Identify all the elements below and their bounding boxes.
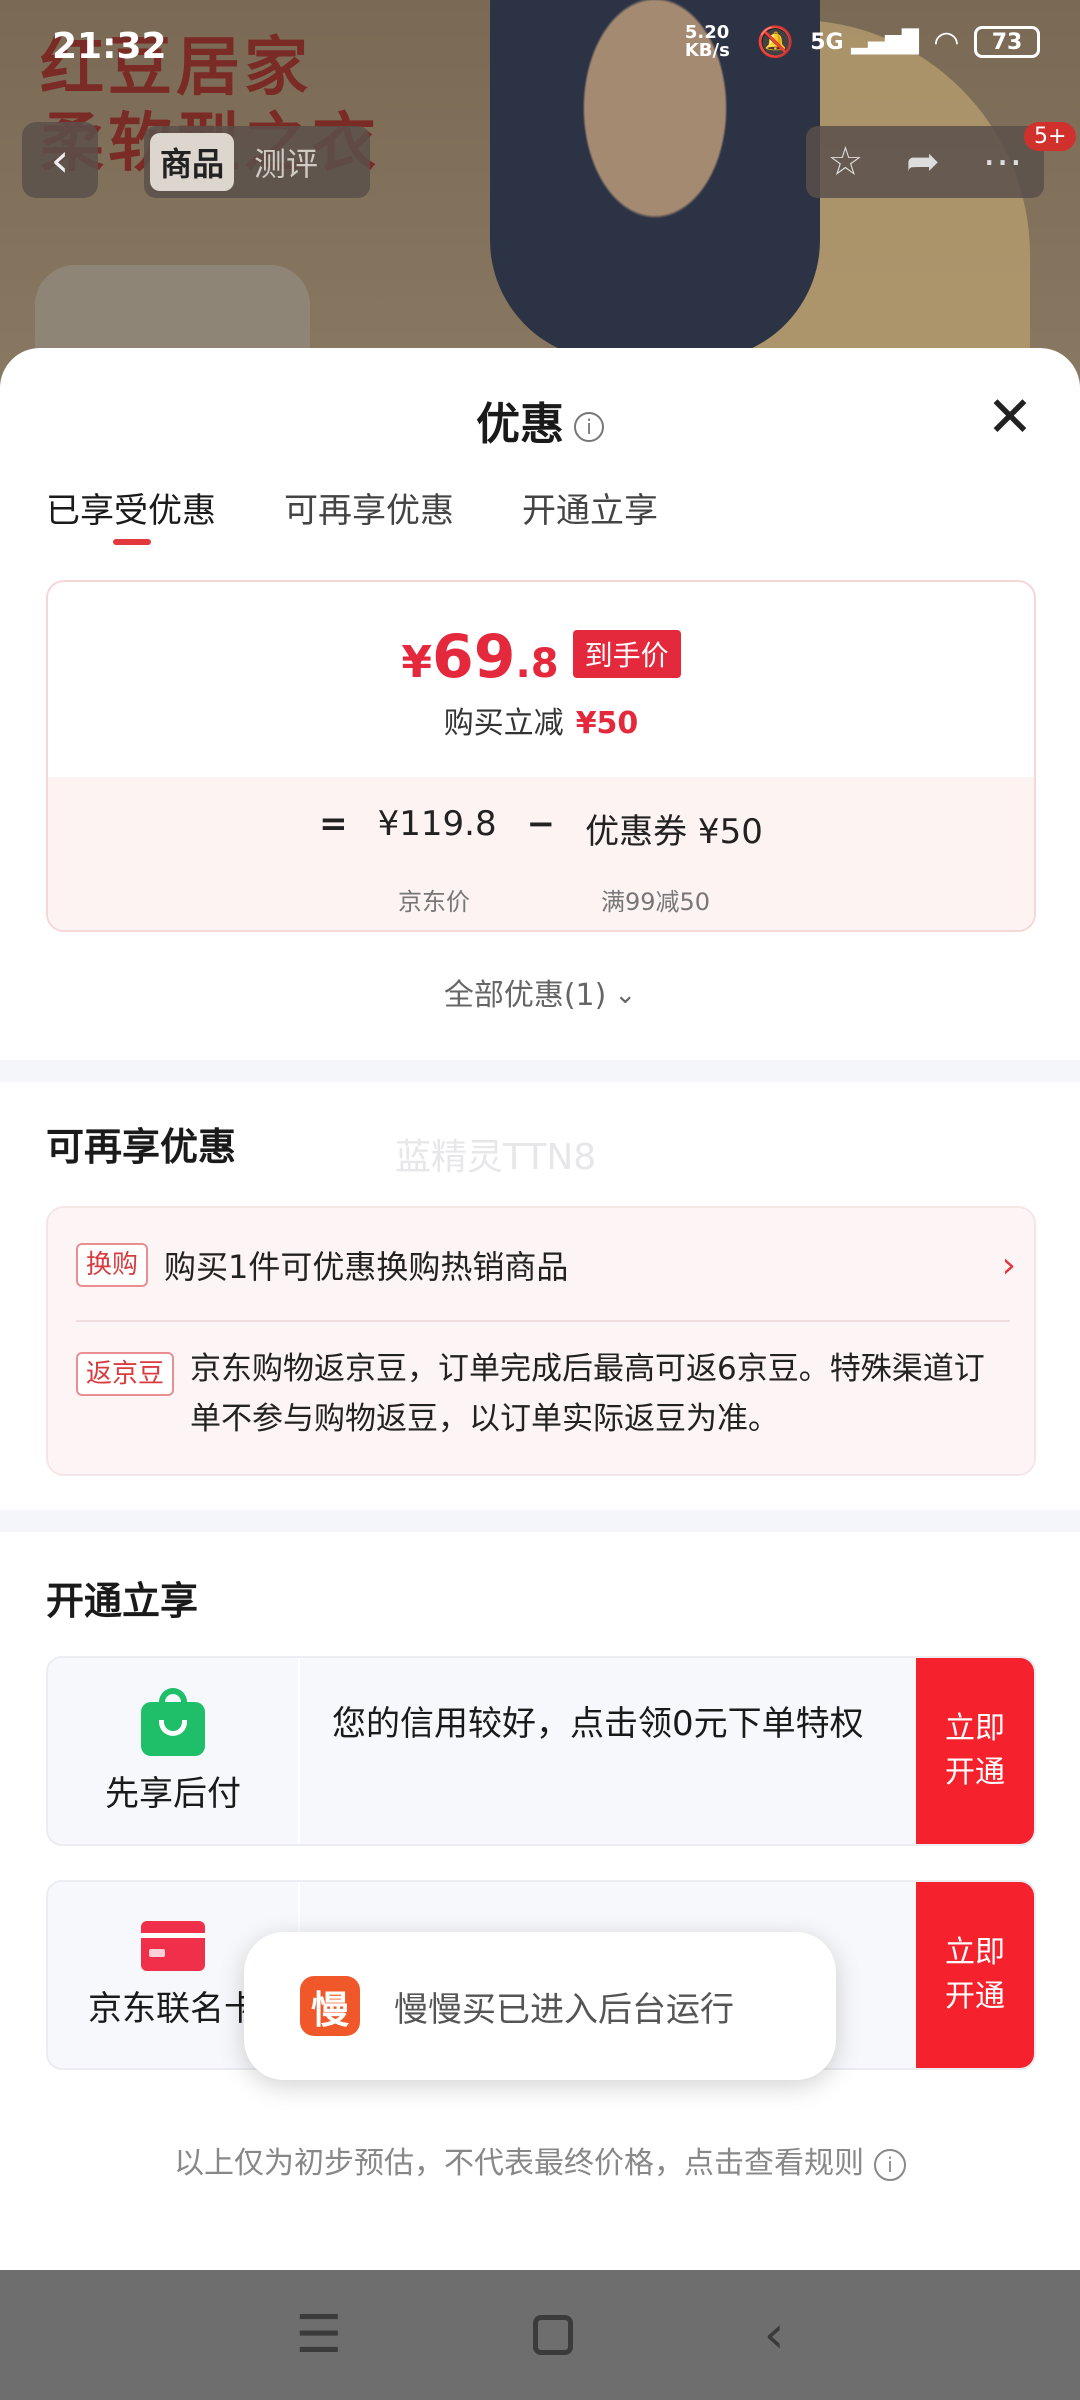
final-price-row: ¥69.8 到手价 (48, 622, 1034, 692)
tab-review[interactable]: 测评 (244, 133, 328, 191)
equals-sign: = (319, 804, 348, 844)
close-button[interactable]: ✕ (980, 388, 1040, 448)
info-icon: i (874, 2148, 906, 2181)
open-title: 开通立享 (46, 1579, 199, 1623)
coupon-rule: 满99减50 (601, 888, 711, 916)
section-divider (0, 1510, 1080, 1532)
pay-later-card: 先享后付 您的信用较好，点击领0元下单特权 立即开通 (46, 1656, 1036, 1846)
tab-product[interactable]: 商品 (150, 133, 235, 191)
final-price-tag: 到手价 (572, 630, 681, 678)
open-cobrand-button[interactable]: 立即开通 (916, 1882, 1034, 2068)
product-actions: ☆ ➦ ⋯ (806, 126, 1044, 198)
product-nav-tabs: 商品 测评 (144, 126, 370, 198)
more-deals-card: 换购 购买1件可优惠换购热销商品 › 返京豆 京东购物返京豆，订单完成后最高可返… (46, 1206, 1036, 1476)
cobrand-name: 京东联名卡 (88, 1988, 258, 2029)
all-deals-toggle[interactable]: 全部优惠(1) ⌄ (0, 970, 1080, 1014)
tab-enjoyed[interactable]: 已享受优惠 (46, 483, 216, 545)
reduce-row: 购买立减 ¥50 (443, 706, 639, 741)
tab-more[interactable]: 可再享优惠 (284, 483, 454, 532)
watermark: 蓝精灵TTN8 (395, 1137, 597, 1178)
mute-icon: 🔕 (756, 24, 795, 60)
price-formula: = ¥119.8 − 优惠券 ¥50 (48, 804, 1034, 853)
home-icon[interactable] (532, 2315, 573, 2355)
minus-sign: − (526, 804, 556, 844)
chevron-down-icon: ⌄ (614, 980, 637, 1010)
jd-bean-tag: 返京豆 (76, 1352, 175, 1396)
pay-later-name: 先享后付 (105, 1773, 241, 1814)
jd-bean-text: 京东购物返京豆，订单完成后最高可返6京豆。特殊渠道订单不参与购物返豆，以订单实际… (190, 1351, 985, 1437)
pay-later-brand: 先享后付 (48, 1658, 298, 1844)
message-badge: 5+ (1024, 122, 1077, 151)
back-button[interactable]: ‹ (22, 122, 98, 198)
favorite-star-icon[interactable]: ☆ (827, 139, 863, 185)
jd-bean-row: 返京豆 京东购物返京豆，订单完成后最高可返6京豆。特殊渠道订单不参与购物返豆，以… (76, 1351, 1016, 1444)
chevron-right-icon: › (1001, 1244, 1016, 1286)
battery-icon: 73 (974, 26, 1040, 58)
share-icon[interactable]: ➦ (906, 139, 940, 185)
menu-icon[interactable]: ☰ (295, 2305, 342, 2365)
status-icons: 5.20 KB/s 🔕 5G ▂▄▆█ ◠ 73 (685, 24, 1040, 60)
section-divider (0, 1060, 1080, 1082)
signal-icon: 5G ▂▄▆█ (810, 29, 919, 55)
background-toast: 慢 慢慢买已进入后台运行 (244, 1932, 836, 2080)
discount-sheet: 优惠 i ✕ 已享受优惠 可再享优惠 开通立享 ¥69.8 到手价 购买立减 ¥50… (0, 348, 1080, 2270)
manmanmai-app-icon: 慢 (300, 1976, 360, 2036)
toast-text: 慢慢买已进入后台运行 (394, 1989, 734, 2030)
status-bar: 21:32 5.20 KB/s 🔕 5G ▂▄▆█ ◠ 73 (0, 0, 1080, 100)
price-breakdown-bg (48, 777, 1034, 930)
row-separator (76, 1320, 1010, 1322)
exchange-tag: 换购 (76, 1243, 149, 1287)
pay-later-desc: 您的信用较好，点击领0元下单特权 (332, 1704, 864, 1744)
more-deals-title: 可再享优惠 (46, 1125, 237, 1169)
back-icon[interactable]: ‹ (764, 2305, 785, 2365)
credit-card-icon (141, 1920, 205, 1971)
tab-open[interactable]: 开通立享 (522, 483, 658, 532)
final-price: ¥69.8 (401, 622, 559, 692)
coupon-value: 优惠券 ¥50 (585, 812, 763, 852)
net-speed: 5.20 KB/s (684, 22, 730, 61)
info-icon[interactable]: i (574, 412, 604, 442)
system-nav-bar: ☰ ‹ (0, 2270, 1080, 2400)
jd-price-label: 京东价 (398, 888, 470, 916)
disclaimer[interactable]: 以上仅为初步预估，不代表最终价格，点击查看规则 i (0, 2138, 1080, 2182)
wifi-icon: ◠ (934, 24, 958, 60)
shopping-bag-icon (141, 1687, 205, 1756)
status-time: 21:32 (52, 26, 167, 67)
sheet-title: 优惠 i (0, 388, 1080, 452)
jd-price: ¥119.8 (377, 804, 497, 844)
exchange-row[interactable]: 换购 购买1件可优惠换购热销商品 › (76, 1242, 1016, 1288)
discount-tabs: 已享受优惠 可再享优惠 开通立享 (46, 483, 658, 545)
price-card: ¥69.8 到手价 购买立减 ¥50 = ¥119.8 − 优惠券 ¥50 京东价… (46, 580, 1036, 932)
product-top-nav: ‹ 商品 测评 ☆ ➦ ⋯ 5+ (0, 122, 1080, 202)
exchange-text: 购买1件可优惠换购热销商品 (164, 1248, 569, 1286)
more-icon[interactable]: ⋯ (983, 139, 1023, 185)
open-pay-later-button[interactable]: 立即开通 (916, 1658, 1034, 1844)
